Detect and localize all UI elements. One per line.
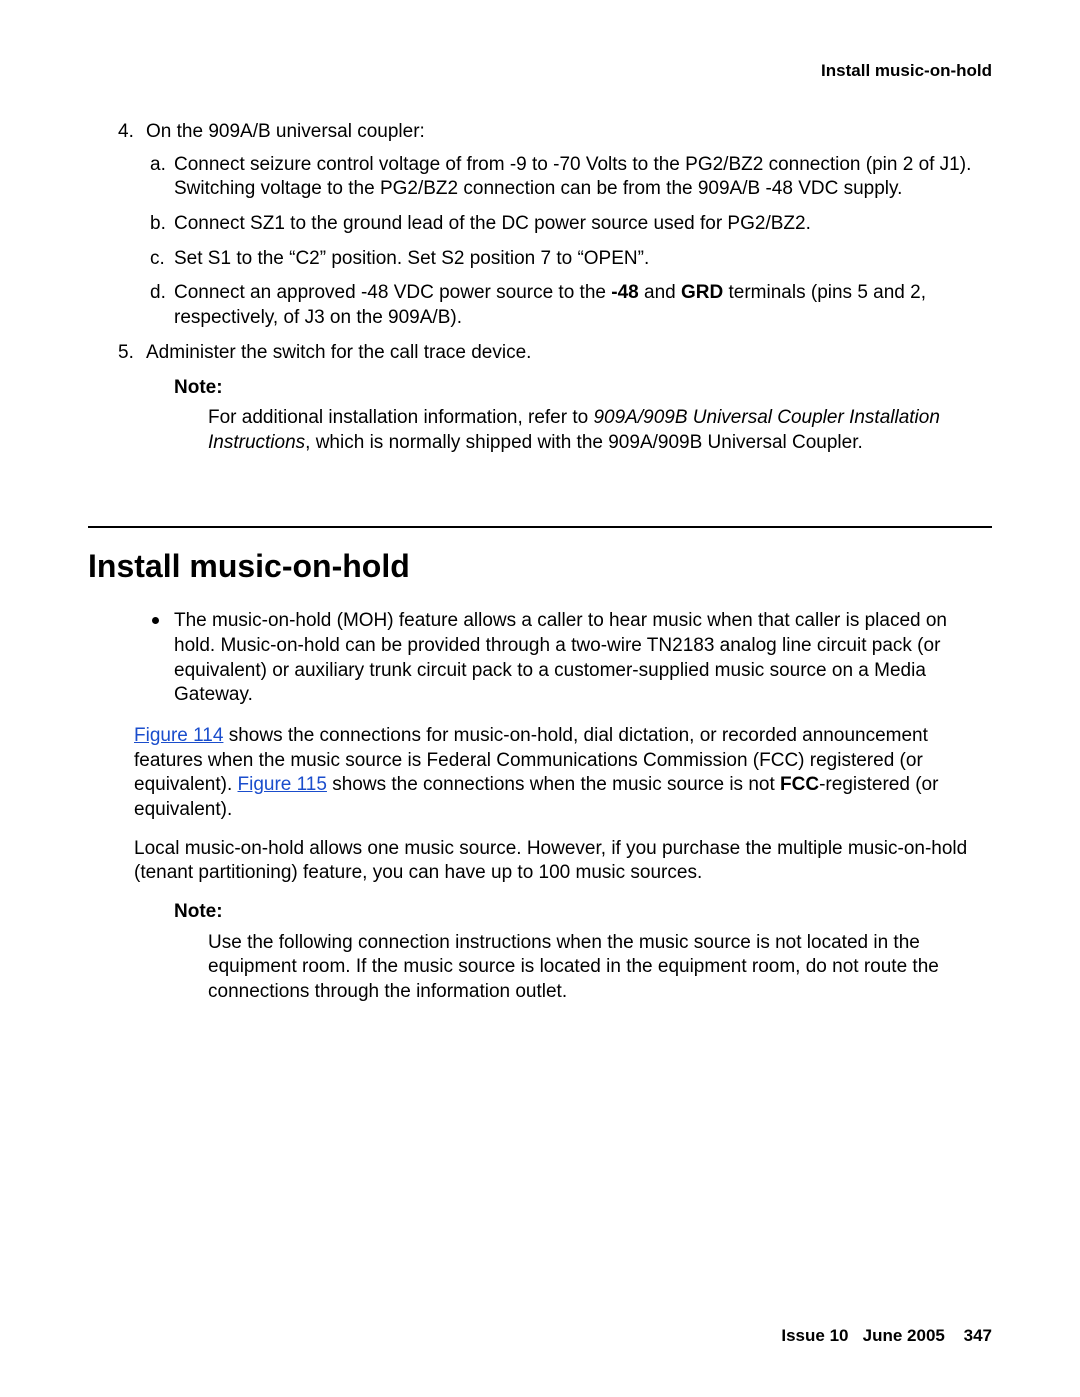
substep-marker: c.	[150, 247, 165, 272]
substep-c: c. Set S1 to the “C2” position. Set S2 p…	[174, 247, 992, 272]
substep-d: d. Connect an approved -48 VDC power sou…	[174, 281, 992, 330]
substep-text: Connect seizure control voltage of from …	[174, 154, 971, 200]
figure-link-114[interactable]: Figure 114	[134, 725, 223, 746]
list-item: The music-on-hold (MOH) feature allows a…	[174, 609, 992, 708]
section-heading: Install music-on-hold	[88, 546, 992, 588]
bullet-list: The music-on-hold (MOH) feature allows a…	[88, 609, 992, 708]
figure-link-115[interactable]: Figure 115	[238, 774, 327, 795]
paragraph: Figure 114 shows the connections for mus…	[134, 724, 992, 823]
substep-marker: a.	[150, 153, 166, 178]
note-body: Use the following connection instruction…	[208, 931, 992, 1005]
text-run: , which is normally shipped with the 909…	[305, 432, 863, 453]
substep-b: b. Connect SZ1 to the ground lead of the…	[174, 212, 992, 237]
note-label: Note:	[174, 900, 992, 925]
substep-marker: d.	[150, 281, 166, 306]
paragraph: Local music-on-hold allows one music sou…	[134, 837, 992, 886]
substep-a: a. Connect seizure control voltage of fr…	[174, 153, 992, 202]
note-body: For additional installation information,…	[208, 406, 992, 455]
note-label: Note:	[174, 376, 992, 401]
bold-run: GRD	[681, 282, 723, 303]
bold-run: -48	[611, 282, 638, 303]
footer-date: June 2005	[863, 1326, 945, 1345]
substep-text: Connect an approved -48 VDC power source…	[174, 282, 926, 328]
substep-text: Connect SZ1 to the ground lead of the DC…	[174, 213, 811, 234]
ordered-steps: 4. On the 909A/B universal coupler: a. C…	[88, 120, 992, 366]
page-content: 4. On the 909A/B universal coupler: a. C…	[88, 120, 992, 1005]
bold-run: FCC	[780, 774, 819, 795]
footer-page: 347	[964, 1325, 992, 1347]
footer-issue: Issue 10	[781, 1326, 848, 1345]
text-run: and	[639, 282, 681, 303]
substeps: a. Connect seizure control voltage of fr…	[146, 153, 992, 331]
substep-text: Set S1 to the “C2” position. Set S2 posi…	[174, 248, 649, 269]
step-text: On the 909A/B universal coupler:	[146, 121, 425, 142]
step-marker: 4.	[118, 120, 134, 145]
step-4: 4. On the 909A/B universal coupler: a. C…	[146, 120, 992, 331]
running-header: Install music-on-hold	[821, 60, 992, 82]
text-run: For additional installation information,…	[208, 407, 593, 428]
page-footer: Issue 10 June 2005 347	[781, 1325, 992, 1347]
section-divider	[88, 526, 992, 528]
text-run: Connect an approved -48 VDC power source…	[174, 282, 611, 303]
step-text: Administer the switch for the call trace…	[146, 342, 531, 363]
step-5: 5. Administer the switch for the call tr…	[146, 341, 992, 366]
step-marker: 5.	[118, 341, 134, 366]
text-run: shows the connections when the music sou…	[327, 774, 780, 795]
substep-marker: b.	[150, 212, 166, 237]
